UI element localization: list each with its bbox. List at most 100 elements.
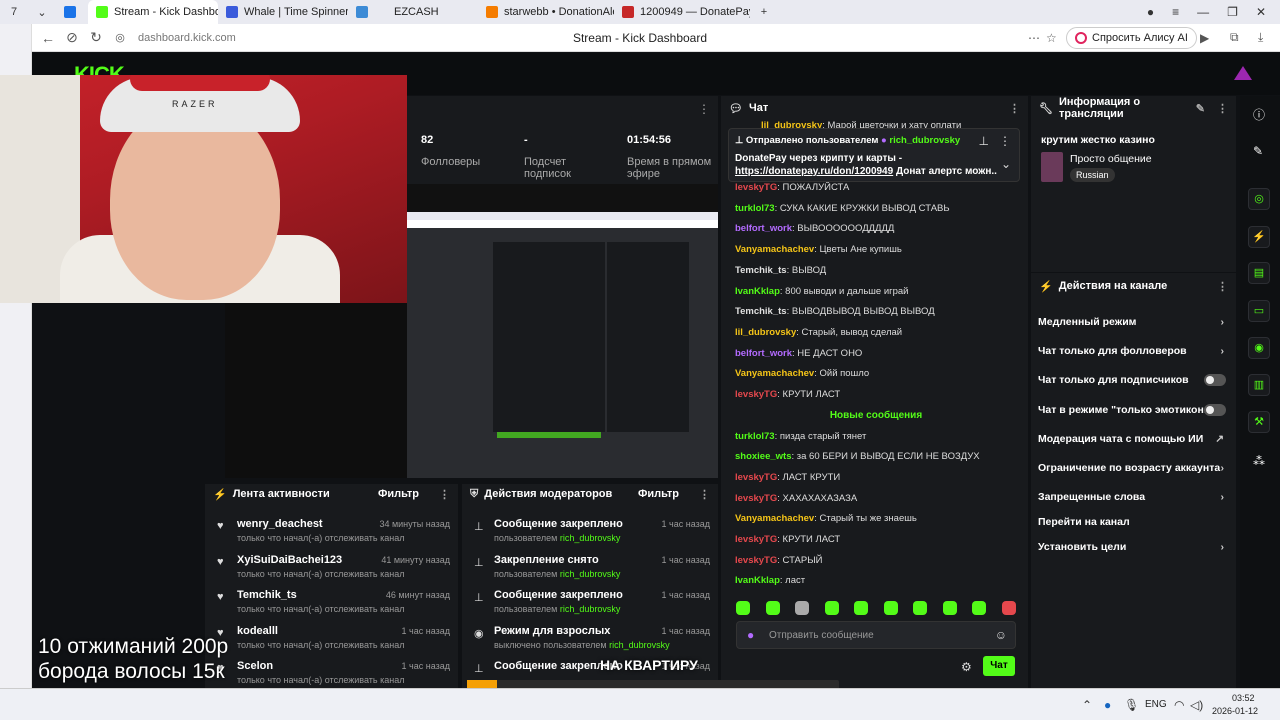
moderator-item[interactable]: ⊥ Закрепление снято 1 час назад пользова… xyxy=(462,554,718,590)
extensions-icon[interactable]: ⧉ xyxy=(1230,30,1239,45)
menu-icon[interactable]: ≡ xyxy=(1172,5,1179,19)
emote-icon[interactable] xyxy=(883,601,898,615)
layout-icon[interactable]: ▥ xyxy=(1248,374,1270,396)
tab-kick-dashboard[interactable]: Stream - Kick Dashboard ✕ xyxy=(88,0,218,24)
age-restriction-row[interactable]: Ограничение по возрасту аккаунта › xyxy=(1038,462,1228,474)
chat-user[interactable]: Vanyamachachev xyxy=(735,368,814,379)
bookmark-icon[interactable]: ☆ xyxy=(1046,31,1057,45)
emote-icon[interactable] xyxy=(795,601,810,615)
moderator-user[interactable]: rich_dubrovsky xyxy=(609,640,670,650)
chat-user[interactable]: IvanKklap xyxy=(735,575,780,586)
mic-tray-icon[interactable]: 🎙︎ xyxy=(1124,698,1139,712)
activity-item[interactable]: ♥ XyiSuiDaiBachei123 41 минуту назад тол… xyxy=(205,554,458,590)
chat-user[interactable]: levskyTG xyxy=(735,182,777,193)
chat-user[interactable]: belfort_work xyxy=(735,348,792,359)
reload-icon[interactable]: ↻ xyxy=(84,29,108,46)
lock-icon[interactable]: ◎ xyxy=(108,31,132,44)
chat-input[interactable]: ● Отправить сообщение ☺ xyxy=(736,621,1016,649)
activity-item[interactable]: ♥ Temchik_ts 46 минут назад только что н… xyxy=(205,589,458,625)
emote-icon[interactable] xyxy=(824,601,839,615)
url-field[interactable]: dashboard.kick.com xyxy=(138,32,236,44)
pinned-message[interactable]: ⊥ Отправлено пользователем ● rich_dubrov… xyxy=(728,128,1020,182)
moderator-menu-icon[interactable]: ⋮ xyxy=(699,488,710,501)
broadcast-icon[interactable]: ◉ xyxy=(1248,337,1270,359)
back-icon[interactable]: ← xyxy=(36,30,60,46)
moderator-item[interactable]: ⊥ Сообщение закреплено 1 час назад польз… xyxy=(462,589,718,625)
mic-icon[interactable]: ● xyxy=(747,628,754,642)
workspace-badge[interactable]: 7 xyxy=(0,6,28,18)
lightning-icon[interactable]: ⚡ xyxy=(1248,226,1270,248)
emote-icon[interactable] xyxy=(942,601,957,615)
chat-user[interactable]: levskyTG xyxy=(735,493,777,504)
unpin-icon[interactable]: ⊥ xyxy=(979,134,989,148)
activity-menu-icon[interactable]: ⋮ xyxy=(439,488,450,501)
emotes-only-row[interactable]: Чат в режиме "только эмотиконы" xyxy=(1038,404,1228,416)
subscribers-only-row[interactable]: Чат только для подписчиков xyxy=(1038,374,1228,386)
tab-donatepay[interactable]: 1200949 — DonatePay xyxy=(614,0,750,24)
moderator-user[interactable]: rich_dubrovsky xyxy=(560,569,621,579)
tab-0[interactable] xyxy=(56,0,88,24)
wifi-icon[interactable]: ◠ xyxy=(1174,698,1184,712)
minimize-icon[interactable]: — xyxy=(1197,5,1209,19)
send-chat-button[interactable]: Чат xyxy=(983,656,1015,676)
tab-whale[interactable]: Whale | Time Spinners xyxy=(218,0,348,24)
emote-icon[interactable] xyxy=(854,601,869,615)
shield-icon[interactable]: ⊘ xyxy=(60,29,84,46)
chat-user[interactable]: belfort_work xyxy=(735,223,792,234)
chat-user[interactable]: levskyTG xyxy=(735,534,777,545)
more-icon[interactable]: ⋯ xyxy=(1028,31,1040,45)
gear-icon[interactable]: ⚙ xyxy=(961,660,972,674)
clock-time[interactable]: 03:52 xyxy=(1232,693,1255,703)
emote-icon[interactable] xyxy=(765,601,780,615)
stats-menu-icon[interactable]: ⋮ xyxy=(698,102,710,116)
chat-user[interactable]: levskyTG xyxy=(735,555,777,566)
moderator-filter-button[interactable]: Фильтр xyxy=(638,488,679,500)
download-icon[interactable]: ⤓ xyxy=(1258,30,1263,45)
new-tab-icon[interactable]: + xyxy=(750,6,778,18)
chat-user[interactable]: turklol73 xyxy=(735,203,775,214)
category-thumbnail[interactable] xyxy=(1041,152,1063,182)
emotes-only-toggle[interactable] xyxy=(1204,404,1226,416)
emote-icon[interactable] xyxy=(972,601,987,615)
activity-item[interactable]: ♥ kodealll 1 час назад только что начал(… xyxy=(205,625,458,661)
banned-words-row[interactable]: Запрещенные слова › xyxy=(1038,491,1228,503)
chevron-down-icon[interactable]: ⌄ xyxy=(1001,157,1011,171)
emote-icon[interactable] xyxy=(913,601,928,615)
chat-user[interactable]: Temchik_ts xyxy=(735,265,787,276)
profile-icon[interactable]: ● xyxy=(1147,5,1154,19)
pinned-link[interactable]: https://donatepay.ru/don/1200949 xyxy=(735,166,893,177)
chat-menu-icon[interactable]: ⋮ xyxy=(1009,102,1020,115)
tray-app-icon[interactable]: ● xyxy=(1104,698,1111,712)
moderator-user[interactable]: rich_dubrovsky xyxy=(560,604,621,614)
slow-mode-row[interactable]: Медленный режим › xyxy=(1038,316,1228,328)
edit-icon[interactable]: ✎ xyxy=(1196,102,1205,115)
emoji-icon[interactable]: ☺ xyxy=(995,628,1007,642)
nodes-icon[interactable]: ⁂ xyxy=(1253,454,1265,468)
channel-actions-menu-icon[interactable]: ⋮ xyxy=(1217,280,1228,293)
ai-moderation-row[interactable]: Модерация чата с помощью ИИ ↗ xyxy=(1038,433,1228,445)
play-icon[interactable]: ▶ xyxy=(1200,31,1209,45)
emote-icon[interactable] xyxy=(1001,601,1016,615)
pencil-icon[interactable]: ✎ xyxy=(1253,144,1263,158)
moderator-item[interactable]: ⊥ Сообщение закреплено 1 час назад польз… xyxy=(462,518,718,554)
chat-user[interactable]: Temchik_ts xyxy=(735,306,787,317)
maximize-icon[interactable]: ❐ xyxy=(1227,5,1238,19)
wrench-icon[interactable]: ⚒ xyxy=(1248,411,1270,433)
chat-user[interactable]: Vanyamachachev xyxy=(735,513,814,524)
set-goals-row[interactable]: Установить цели › xyxy=(1038,541,1228,553)
activity-item[interactable]: ♥ wenry_deachest 34 минуты назад только … xyxy=(205,518,458,554)
document-icon[interactable]: ▤ xyxy=(1248,262,1270,284)
chat-user[interactable]: turklol73 xyxy=(735,431,775,442)
chat-user[interactable]: levskyTG xyxy=(735,389,777,400)
chat-user[interactable]: IvanKklap xyxy=(735,286,780,297)
ask-alisa-button[interactable]: Спросить Алису AI xyxy=(1066,27,1197,49)
tab-donationalerts[interactable]: starwebb • DonationAlerts xyxy=(478,0,614,24)
go-to-channel-row[interactable]: Перейти на канал xyxy=(1038,516,1228,528)
volume-icon[interactable]: ◁) xyxy=(1190,698,1203,712)
subscribers-only-toggle[interactable] xyxy=(1204,374,1226,386)
tab-ezcash[interactable]: EZCASH xyxy=(348,0,478,24)
camera-icon[interactable]: ◎ xyxy=(1248,188,1270,210)
clock-date[interactable]: 2026-01-12 xyxy=(1212,706,1258,716)
keyboard-language[interactable]: ENG xyxy=(1145,699,1167,710)
tabs-dropdown-icon[interactable]: ⌄ xyxy=(28,6,56,19)
